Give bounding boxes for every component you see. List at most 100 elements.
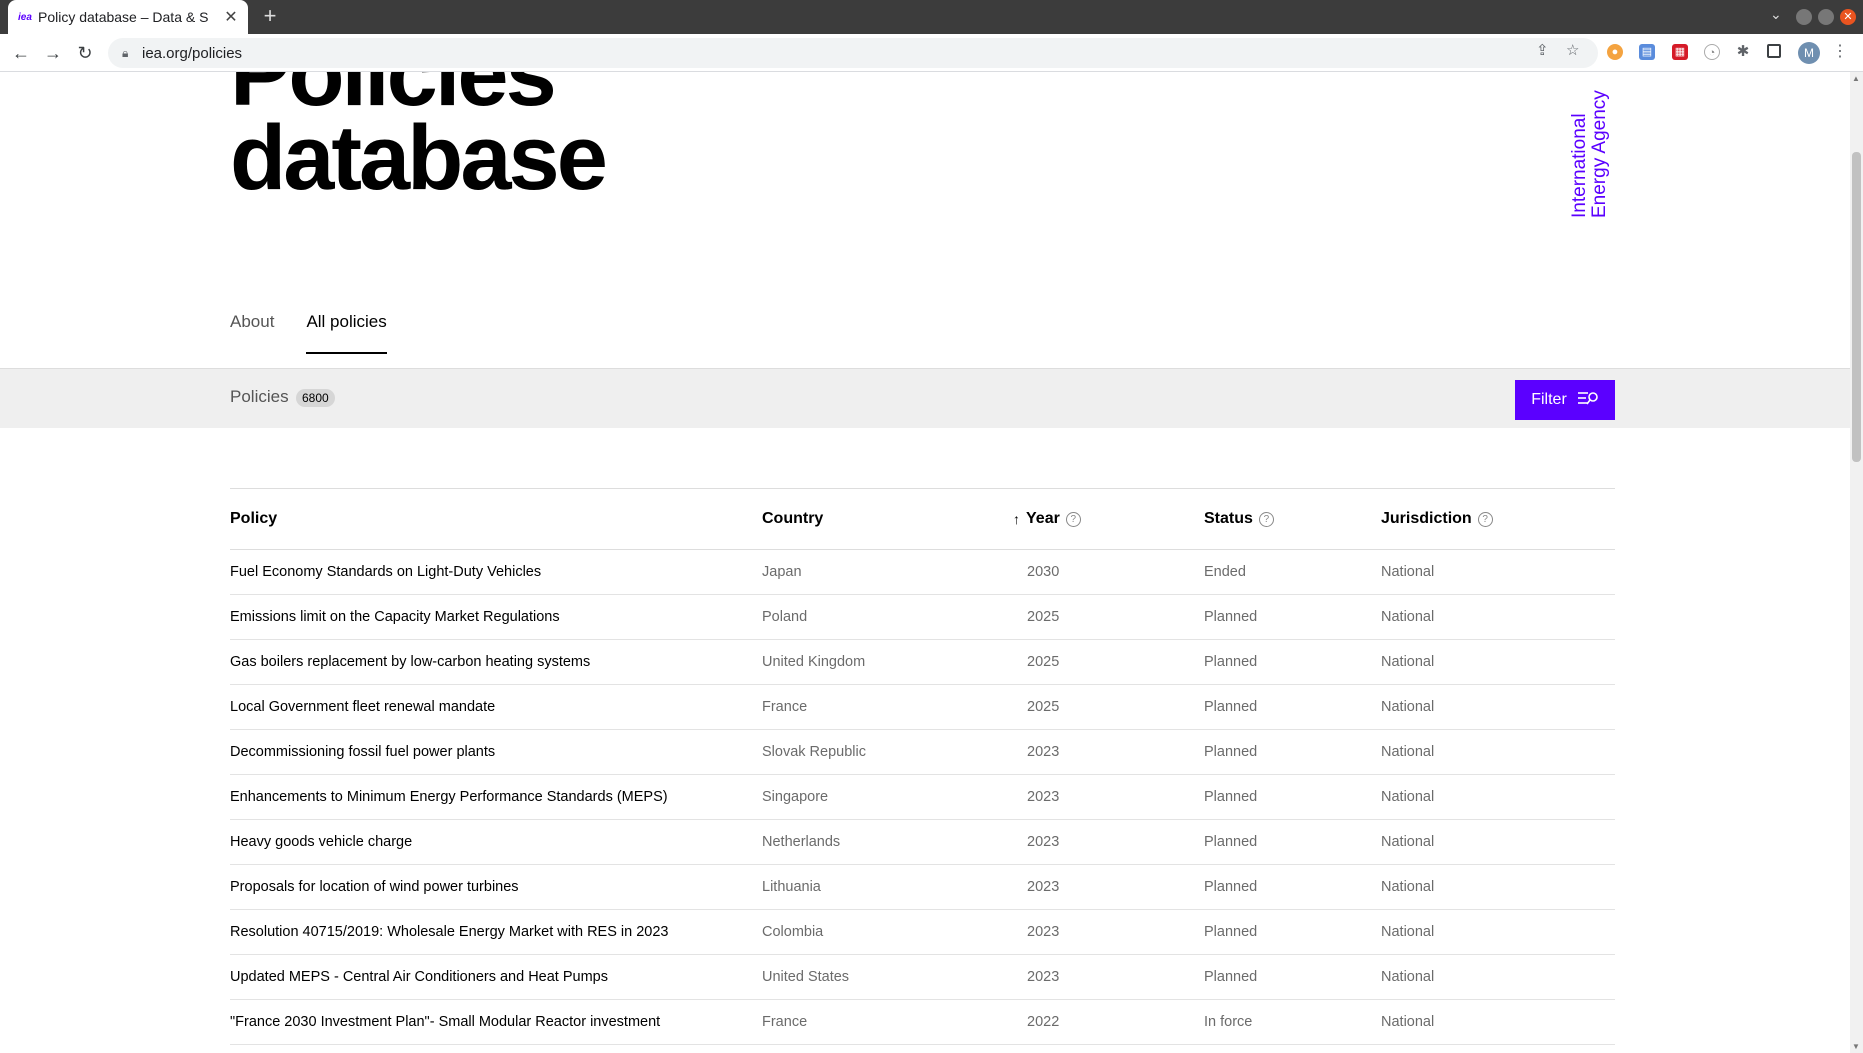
year-cell: 2025	[1027, 609, 1060, 625]
page-tabs: About All policies	[230, 312, 387, 354]
status-cell: Planned	[1204, 699, 1258, 715]
jurisdiction-cell: National	[1381, 834, 1435, 850]
filter-bar: Policies 6800 Filter	[0, 368, 1850, 428]
policy-cell[interactable]: Local Government fleet renewal mandate	[230, 699, 762, 715]
year-cell: 2025	[1027, 654, 1060, 670]
column-header-status-label: Status	[1204, 510, 1253, 527]
policy-cell[interactable]: Updated MEPS - Central Air Conditioners …	[230, 969, 762, 985]
policy-cell[interactable]: Enhancements to Minimum Energy Performan…	[230, 789, 762, 805]
status-cell: Planned	[1204, 609, 1258, 625]
status-cell: Planned	[1204, 924, 1258, 940]
close-window-button[interactable]: ✕	[1840, 9, 1856, 25]
iea-logo-text: International Energy Agency	[1569, 78, 1610, 218]
browser-tab-bar: iea Policy database – Data & S ✕ + ⌄ ✕	[0, 0, 1863, 34]
table-row[interactable]: Local Government fleet renewal mandate Fr…	[230, 685, 1615, 730]
policy-cell[interactable]: Gas boilers replacement by low-carbon he…	[230, 654, 762, 670]
scroll-down-arrow-icon[interactable]: ▼	[1852, 1042, 1860, 1051]
table-row[interactable]: "France 2030 Investment Plan"- Small Mod…	[230, 1000, 1615, 1045]
status-cell: Planned	[1204, 744, 1258, 760]
browser-tab[interactable]: iea Policy database – Data & S ✕	[8, 0, 248, 34]
table-row[interactable]: Enhancements to Minimum Energy Performan…	[230, 775, 1615, 820]
country-cell: Lithuania	[762, 879, 821, 895]
table-body: Fuel Economy Standards on Light-Duty Veh…	[230, 550, 1615, 1045]
column-header-policy-label: Policy	[230, 510, 278, 527]
column-header-jurisdiction-label: Jurisdiction	[1381, 510, 1472, 527]
table-row[interactable]: Proposals for location of wind power tur…	[230, 865, 1615, 910]
extension-1-icon[interactable]: ●	[1607, 44, 1623, 60]
year-cell: 2023	[1027, 924, 1060, 940]
minimize-window-button[interactable]	[1796, 9, 1812, 25]
filter-button[interactable]: Filter	[1515, 380, 1615, 420]
close-tab-icon[interactable]: ✕	[222, 7, 240, 27]
logo-line-1: International	[1569, 113, 1590, 218]
status-cell: Planned	[1204, 969, 1258, 985]
column-header-status[interactable]: Status ?	[1204, 510, 1381, 528]
table-row[interactable]: Decommissioning fossil fuel power plants…	[230, 730, 1615, 775]
bookmark-star-icon[interactable]: ☆	[1566, 41, 1579, 59]
jurisdiction-cell: National	[1381, 564, 1435, 580]
column-header-year[interactable]: ↑ Year ?	[1013, 510, 1190, 528]
table-row[interactable]: Fuel Economy Standards on Light-Duty Veh…	[230, 550, 1615, 595]
policies-count-badge: 6800	[296, 389, 335, 407]
filter-search-icon	[1577, 390, 1599, 411]
tab-about[interactable]: About	[230, 312, 274, 354]
browser-menu-icon[interactable]: ⋮	[1832, 41, 1848, 61]
profile-avatar[interactable]: M	[1798, 42, 1820, 64]
new-tab-button[interactable]: +	[258, 3, 282, 29]
scrollbar-thumb[interactable]	[1852, 152, 1861, 462]
policy-cell[interactable]: Decommissioning fossil fuel power plants	[230, 744, 762, 760]
jurisdiction-cell: National	[1381, 744, 1435, 760]
page-title-line-2: database	[230, 107, 608, 209]
status-cell: In force	[1204, 1014, 1253, 1030]
column-header-policy[interactable]: Policy	[230, 510, 762, 528]
lock-icon: 🔒︎	[122, 45, 129, 60]
column-header-country[interactable]: Country	[762, 510, 1027, 528]
year-cell: 2025	[1027, 699, 1060, 715]
scroll-up-arrow-icon[interactable]: ▲	[1852, 74, 1860, 83]
policy-cell[interactable]: Emissions limit on the Capacity Market R…	[230, 609, 762, 625]
tab-search-chevron-icon[interactable]: ⌄	[1770, 6, 1782, 23]
policy-cell[interactable]: Heavy goods vehicle charge	[230, 834, 762, 850]
side-panel-icon[interactable]	[1767, 44, 1781, 58]
help-icon[interactable]: ?	[1477, 511, 1493, 527]
browser-toolbar: ← → ↻ 🔒︎ iea.org/policies ⇪ ☆ ● ▤ ▦ ◔ ✱ …	[0, 34, 1863, 72]
status-cell: Planned	[1204, 789, 1258, 805]
logo-line-2: Energy Agency	[1589, 90, 1610, 218]
reload-icon[interactable]: ↻	[72, 40, 98, 66]
policy-cell[interactable]: Resolution 40715/2019: Wholesale Energy …	[230, 924, 762, 940]
tab-all-policies[interactable]: All policies	[306, 312, 387, 354]
country-cell: United States	[762, 969, 850, 985]
help-icon[interactable]: ?	[1258, 511, 1274, 527]
policy-cell[interactable]: "France 2030 Investment Plan"- Small Mod…	[230, 1014, 762, 1030]
back-arrow-icon[interactable]: ←	[8, 40, 34, 66]
table-row[interactable]: Updated MEPS - Central Air Conditioners …	[230, 955, 1615, 1000]
extension-docs-icon[interactable]: ▤	[1639, 44, 1655, 60]
table-row[interactable]: Emissions limit on the Capacity Market R…	[230, 595, 1615, 640]
address-bar[interactable]: 🔒︎ iea.org/policies	[108, 38, 1598, 68]
year-cell: 2022	[1027, 1014, 1060, 1030]
extension-red-icon[interactable]: ▦	[1672, 44, 1688, 60]
iea-logo[interactable]: International Energy Agency	[1569, 78, 1616, 218]
sort-ascending-arrow-icon: ↑	[1013, 511, 1020, 527]
country-cell: Slovak Republic	[762, 744, 866, 760]
forward-arrow-icon[interactable]: →	[40, 40, 66, 66]
table-row[interactable]: Gas boilers replacement by low-carbon he…	[230, 640, 1615, 685]
country-cell: Netherlands	[762, 834, 841, 850]
jurisdiction-cell: National	[1381, 654, 1435, 670]
jurisdiction-cell: National	[1381, 924, 1435, 940]
policy-cell[interactable]: Fuel Economy Standards on Light-Duty Veh…	[230, 564, 762, 580]
extension-circle-icon[interactable]: ◔	[1704, 44, 1720, 60]
iea-favicon-icon: iea	[18, 11, 32, 23]
country-cell: Colombia	[762, 924, 824, 940]
share-icon[interactable]: ⇪	[1536, 41, 1549, 59]
maximize-window-button[interactable]	[1818, 9, 1834, 25]
table-row[interactable]: Resolution 40715/2019: Wholesale Energy …	[230, 910, 1615, 955]
policy-cell[interactable]: Proposals for location of wind power tur…	[230, 879, 762, 895]
extensions-puzzle-icon[interactable]: ✱	[1735, 44, 1751, 60]
url-text[interactable]: iea.org/policies	[142, 45, 242, 62]
help-icon[interactable]: ?	[1065, 511, 1081, 527]
status-cell: Planned	[1204, 834, 1258, 850]
table-row[interactable]: Heavy goods vehicle charge Netherlands 202…	[230, 820, 1615, 865]
column-header-jurisdiction[interactable]: Jurisdiction ?	[1381, 510, 1615, 528]
page-scrollbar[interactable]: ▲ ▼	[1850, 72, 1863, 1053]
